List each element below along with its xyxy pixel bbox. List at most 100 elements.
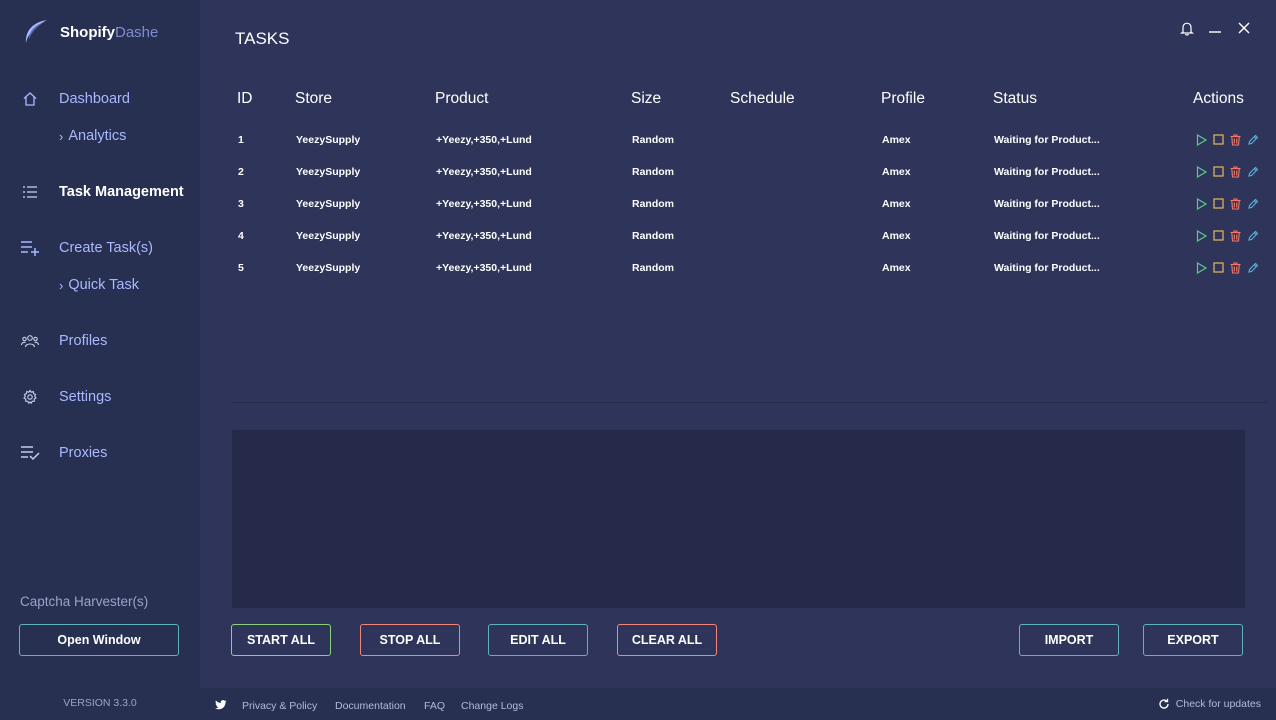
chevron-right-icon: › [59, 128, 64, 144]
cell-id: 5 [238, 262, 244, 274]
gear-icon [20, 387, 40, 407]
sidebar-subitem-analytics[interactable]: › Analytics [59, 125, 126, 147]
trash-icon[interactable] [1229, 165, 1242, 178]
playlist-add-icon [20, 238, 40, 258]
pencil-icon[interactable] [1246, 261, 1259, 274]
stop-icon[interactable] [1212, 197, 1225, 210]
play-icon[interactable] [1195, 165, 1208, 178]
cell-size: Random [632, 198, 674, 210]
open-window-button[interactable]: Open Window [19, 624, 179, 656]
sidebar-subitem-quick-task[interactable]: › Quick Task [59, 274, 139, 296]
logo-swoosh-icon [25, 20, 47, 43]
play-icon[interactable] [1195, 229, 1208, 242]
brand-logo: ShopifyDashe [20, 16, 158, 48]
stop-icon[interactable] [1212, 229, 1225, 242]
sidebar-item-label: Task Management [59, 184, 184, 200]
pencil-icon[interactable] [1246, 133, 1259, 146]
cell-status: Waiting for Product... [994, 198, 1100, 210]
cell-profile: Amex [882, 230, 911, 242]
pencil-icon[interactable] [1246, 165, 1259, 178]
cell-profile: Amex [882, 262, 911, 274]
cell-size: Random [632, 230, 674, 242]
list-icon [20, 182, 40, 202]
play-icon[interactable] [1195, 197, 1208, 210]
table-row[interactable]: 5 YeezySupply +Yeezy,+350,+Lund Random A… [232, 259, 1272, 279]
cell-store: YeezySupply [296, 134, 361, 146]
trash-icon[interactable] [1229, 229, 1242, 242]
check-updates-link[interactable]: Check for updates [1158, 698, 1261, 710]
sidebar-item-task-management[interactable]: Task Management [0, 177, 200, 207]
version-label: VERSION 3.3.0 [63, 697, 137, 709]
table-row[interactable]: 4 YeezySupply +Yeezy,+350,+Lund Random A… [232, 227, 1272, 247]
sidebar-item-dashboard[interactable]: Dashboard [0, 84, 200, 114]
play-icon[interactable] [1195, 133, 1208, 146]
stop-icon[interactable] [1212, 261, 1225, 274]
sidebar-subitem-label: Quick Task [68, 277, 139, 293]
home-icon [20, 89, 40, 109]
close-icon[interactable] [1234, 18, 1254, 38]
column-header-profile: Profile [881, 90, 925, 107]
cell-id: 1 [238, 134, 244, 146]
cell-status: Waiting for Product... [994, 230, 1100, 242]
trash-icon[interactable] [1229, 197, 1242, 210]
cell-size: Random [632, 134, 674, 146]
sidebar-subitem-label: Analytics [68, 128, 127, 144]
cell-product: +Yeezy,+350,+Lund [436, 262, 532, 274]
cell-profile: Amex [882, 166, 911, 178]
stop-icon[interactable] [1212, 165, 1225, 178]
sidebar-item-create-tasks[interactable]: Create Task(s) [0, 233, 200, 263]
footer-link-privacy[interactable]: Privacy & Policy [242, 700, 317, 712]
sidebar-item-proxies[interactable]: Proxies [0, 438, 200, 468]
minimize-icon[interactable] [1205, 18, 1225, 38]
cell-store: YeezySupply [296, 230, 361, 242]
notification-bell-icon[interactable] [1177, 18, 1197, 38]
cell-status: Waiting for Product... [994, 262, 1100, 274]
footer-link-faq[interactable]: FAQ [424, 700, 445, 712]
sidebar-item-label: Settings [59, 389, 112, 405]
import-button[interactable]: IMPORT [1019, 624, 1119, 656]
stop-icon[interactable] [1212, 133, 1225, 146]
play-icon[interactable] [1195, 261, 1208, 274]
users-icon [20, 331, 40, 351]
column-header-id: ID [237, 90, 253, 107]
sidebar-item-label: Create Task(s) [59, 240, 154, 256]
sidebar: ShopifyDashe Dashboard › Analytics Task … [0, 0, 200, 720]
table-row[interactable]: 3 YeezySupply +Yeezy,+350,+Lund Random A… [232, 195, 1272, 215]
refresh-icon [1159, 698, 1169, 709]
footer-link-documentation[interactable]: Documentation [335, 700, 406, 712]
cell-product: +Yeezy,+350,+Lund [436, 230, 532, 242]
trash-icon[interactable] [1229, 133, 1242, 146]
stop-all-button[interactable]: STOP ALL [360, 624, 460, 656]
sidebar-item-profiles[interactable]: Profiles [0, 326, 200, 356]
chevron-right-icon: › [59, 277, 64, 293]
playlist-check-icon [20, 443, 40, 463]
cell-id: 2 [238, 166, 244, 178]
sidebar-item-label: Dashboard [59, 91, 130, 107]
cell-size: Random [632, 262, 674, 274]
pencil-icon[interactable] [1246, 229, 1259, 242]
clear-all-button[interactable]: CLEAR ALL [617, 624, 717, 656]
cell-product: +Yeezy,+350,+Lund [436, 198, 532, 210]
table-row[interactable]: 2 YeezySupply +Yeezy,+350,+Lund Random A… [232, 163, 1272, 183]
cell-store: YeezySupply [296, 262, 361, 274]
cell-status: Waiting for Product... [994, 134, 1100, 146]
log-panel [232, 430, 1245, 608]
export-button[interactable]: EXPORT [1143, 624, 1243, 656]
page-title: TASKS [235, 29, 290, 48]
sidebar-item-label: Proxies [59, 445, 108, 461]
start-all-button[interactable]: START ALL [231, 624, 331, 656]
trash-icon[interactable] [1229, 261, 1242, 274]
twitter-icon[interactable] [215, 700, 227, 710]
sidebar-item-settings[interactable]: Settings [0, 382, 200, 412]
column-header-schedule: Schedule [730, 90, 795, 107]
edit-all-button[interactable]: EDIT ALL [488, 624, 588, 656]
cell-id: 3 [238, 198, 244, 210]
sidebar-item-label: Profiles [59, 333, 108, 349]
column-header-product: Product [435, 90, 489, 107]
table-row[interactable]: 1 YeezySupply +Yeezy,+350,+Lund Random A… [232, 131, 1272, 151]
pencil-icon[interactable] [1246, 197, 1259, 210]
footer-link-change-logs[interactable]: Change Logs [461, 700, 523, 712]
cell-size: Random [632, 166, 674, 178]
brand-name: ShopifyDashe [60, 23, 159, 41]
column-header-store: Store [295, 90, 333, 107]
